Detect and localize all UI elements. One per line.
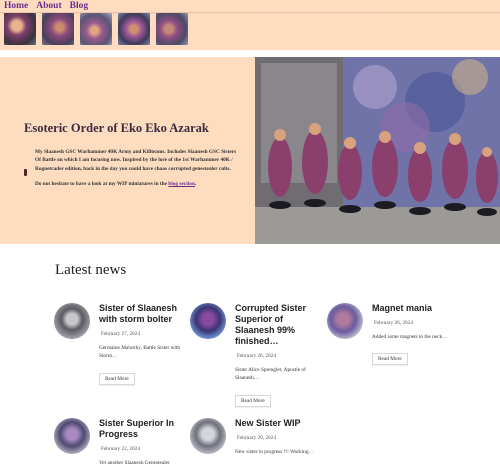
nav-home-link[interactable]: Home — [4, 1, 28, 11]
news-card-body: Corrupted Sister Superior of Slaanesh 99… — [235, 303, 323, 407]
news-card-excerpt: Yet another Slaanesh Genestealer — [99, 460, 170, 466]
read-more-button[interactable]: Read More — [372, 353, 408, 366]
news-card-body: Sister of Slaanesh with storm bolter Feb… — [99, 303, 187, 385]
hero-title: Esoteric Order of Eko Eko Azarak — [24, 121, 209, 135]
news-card-body: New Sister WIP February 20, 2024 New sis… — [235, 418, 323, 462]
read-more-button[interactable]: Read More — [99, 372, 135, 385]
gallery-thumbnail[interactable] — [156, 13, 188, 45]
news-card-excerpt: New sister in progress !!! Working… — [235, 449, 314, 455]
news-card-title[interactable]: New Sister WIP — [235, 418, 323, 429]
hero-paragraph-text: Do not hesitate to have a look at my WIP… — [35, 180, 169, 187]
bullet-marker-icon — [24, 169, 27, 176]
news-card-date: February 22, 2024 — [101, 446, 140, 452]
news-card-excerpt: Sister Alice Sprengler, Apostle of Slaan… — [235, 367, 306, 382]
blog-section-link[interactable]: blog section — [168, 181, 195, 187]
top-bar: Home About Blog — [0, 0, 500, 50]
thumbnail-strip — [4, 13, 188, 45]
read-more-button[interactable]: Read More — [235, 394, 271, 407]
hero-paragraph-end: . — [194, 180, 197, 187]
news-card-title[interactable]: Corrupted Sister Superior of Slaanesh 99… — [235, 303, 323, 347]
gallery-thumbnail[interactable] — [80, 13, 112, 45]
hero-miniatures-photo — [255, 57, 500, 244]
news-card-image[interactable] — [54, 418, 90, 454]
news-card-image[interactable] — [190, 418, 226, 454]
news-card-image[interactable] — [190, 303, 226, 339]
news-card-image[interactable] — [54, 303, 90, 339]
hero-paragraph: My Slaanesh GSC Warhammer 40K Army and K… — [35, 149, 237, 172]
hero-paragraph: Do not hesitate to have a look at my WIP… — [35, 180, 240, 188]
nav-about-link[interactable]: About — [36, 1, 61, 11]
news-card-title[interactable]: Sister Superior In Progress — [99, 418, 187, 440]
news-card-excerpt: Germaine Malorthy, Battle Sister with St… — [99, 345, 181, 360]
nav-blog-link[interactable]: Blog — [70, 1, 88, 11]
news-card-date: February 27, 2024 — [101, 331, 140, 337]
news-card-body: Magnet mania February 26, 2024 Added som… — [372, 303, 460, 366]
news-card-title[interactable]: Sister of Slaanesh with storm bolter — [99, 303, 187, 325]
gallery-thumbnail[interactable] — [118, 13, 150, 45]
news-card-title[interactable]: Magnet mania — [372, 303, 460, 314]
hero-description: My Slaanesh GSC Warhammer 40K Army and K… — [35, 148, 240, 195]
miniatures-illustration — [255, 57, 500, 244]
news-card-date: February 26, 2024 — [237, 353, 276, 359]
gallery-thumbnail[interactable] — [4, 13, 36, 45]
latest-news-heading: Latest news — [55, 262, 127, 278]
news-card-date: February 20, 2024 — [237, 435, 276, 441]
main-nav: Home About Blog — [4, 1, 88, 11]
news-card-excerpt: Added some magnets to the neck… — [372, 334, 448, 340]
news-card-body: Sister Superior In Progress February 22,… — [99, 418, 187, 473]
news-card-image[interactable] — [327, 303, 363, 339]
gallery-thumbnail[interactable] — [42, 13, 74, 45]
news-card-date: February 26, 2024 — [374, 320, 413, 326]
